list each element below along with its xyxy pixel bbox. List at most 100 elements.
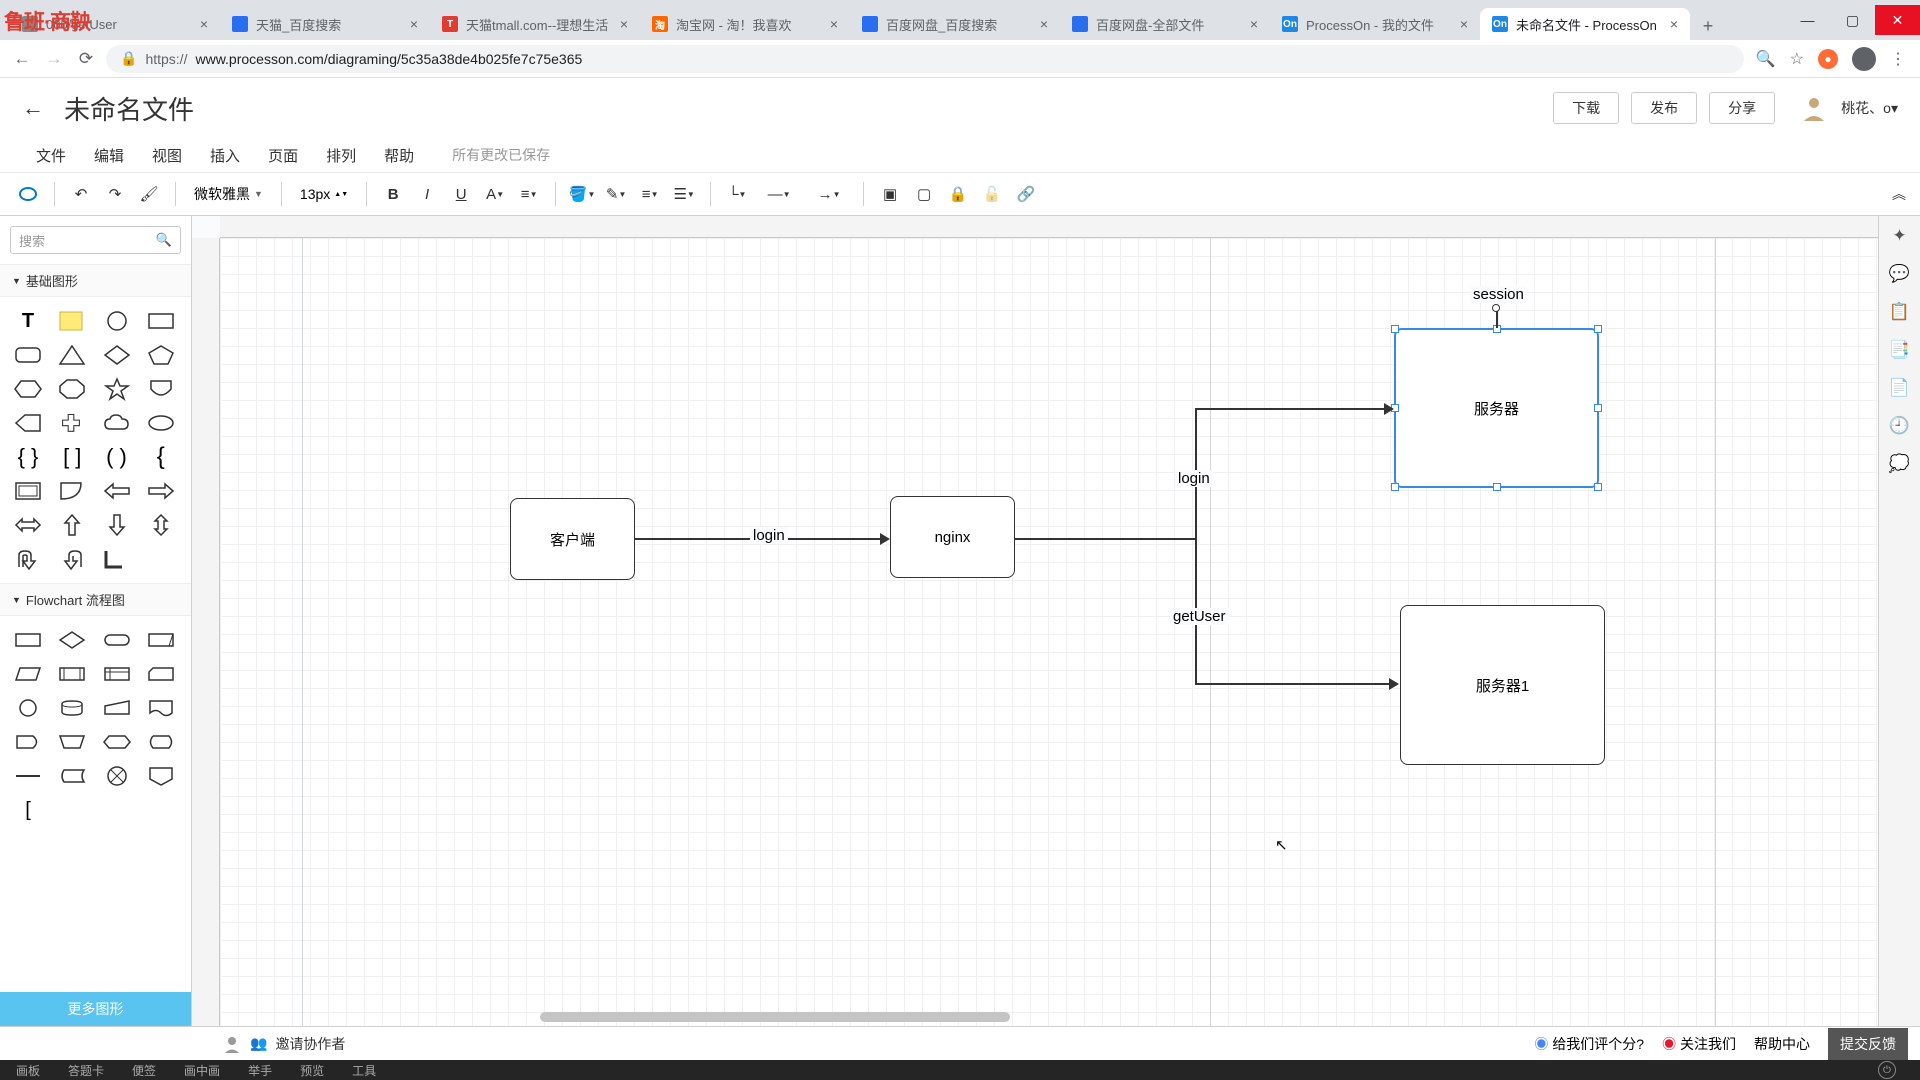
fc-process[interactable]: [10, 626, 46, 654]
browser-tab[interactable]: OnProcessOn - 我的文件×: [1270, 8, 1480, 40]
profile-avatar[interactable]: [1852, 47, 1876, 71]
subbar-item[interactable]: 工具: [352, 1062, 376, 1079]
fc-data[interactable]: [10, 660, 46, 688]
chat-icon[interactable]: 💭: [1889, 454, 1910, 474]
shape-circle[interactable]: [99, 307, 135, 335]
extension-icon[interactable]: ●: [1818, 49, 1838, 69]
shape-pentagon[interactable]: [143, 341, 179, 369]
shape-arrow-lr[interactable]: [10, 511, 46, 539]
close-icon[interactable]: ×: [1670, 16, 1678, 32]
shape-uturn1[interactable]: [10, 545, 46, 573]
subbar-item[interactable]: 画中画: [184, 1062, 220, 1079]
close-icon[interactable]: ×: [1250, 16, 1258, 32]
fc-delay[interactable]: [10, 728, 46, 756]
shape-hexagon[interactable]: [10, 375, 46, 403]
subbar-item[interactable]: 便签: [132, 1062, 156, 1079]
comment-icon[interactable]: 💬: [1889, 264, 1910, 284]
shape-diamond[interactable]: [99, 341, 135, 369]
fc-preparation[interactable]: [99, 728, 135, 756]
shape-star[interactable]: [99, 375, 135, 403]
menu-view[interactable]: 视图: [152, 145, 182, 166]
fc-connector[interactable]: [10, 694, 46, 722]
send-back-button[interactable]: ▢: [910, 180, 938, 208]
shape-ellipse[interactable]: [143, 409, 179, 437]
unlock-button[interactable]: 🔓: [978, 180, 1006, 208]
fill-color-button[interactable]: 🪣▼: [568, 180, 596, 208]
bring-front-button[interactable]: ▣: [876, 180, 904, 208]
back-arrow-icon[interactable]: ←: [22, 95, 44, 121]
shape-rect[interactable]: [143, 307, 179, 335]
lock-button[interactable]: 🔒: [944, 180, 972, 208]
browser-tab-active[interactable]: On未命名文件 - ProcessOn×: [1480, 8, 1690, 40]
close-icon[interactable]: ×: [620, 16, 628, 32]
menu-edit[interactable]: 编辑: [94, 145, 124, 166]
arrow-style-button[interactable]: →▼: [807, 180, 851, 208]
line-color-button[interactable]: ✎▼: [602, 180, 630, 208]
page-icon[interactable]: 📋: [1889, 302, 1910, 322]
subbar-item[interactable]: 预览: [300, 1062, 324, 1079]
fc-internal[interactable]: [99, 660, 135, 688]
connector-endpoint[interactable]: [1492, 304, 1500, 312]
connector-line-button[interactable]: —▼: [757, 180, 801, 208]
shape-shield[interactable]: [143, 375, 179, 403]
fc-sum[interactable]: [99, 762, 135, 790]
redo-button[interactable]: ↷: [101, 180, 129, 208]
close-icon[interactable]: ×: [200, 16, 208, 32]
connector[interactable]: [1195, 408, 1390, 410]
navigator-icon[interactable]: ✦: [1892, 226, 1906, 246]
help-center-link[interactable]: 帮助中心: [1754, 1034, 1810, 1054]
subbar-item[interactable]: 举手: [248, 1062, 272, 1079]
collapse-toolbar-icon[interactable]: ︽: [1892, 184, 1906, 204]
browser-tab[interactable]: 天猫_百度搜索×: [220, 8, 430, 40]
link-button[interactable]: 🔗: [1012, 180, 1040, 208]
fc-database[interactable]: [54, 694, 90, 722]
shape-trapezoid[interactable]: [10, 409, 46, 437]
undo-button[interactable]: ↶: [67, 180, 95, 208]
url-input[interactable]: 🔒 https://www.processon.com/diagraming/5…: [106, 45, 1744, 73]
line-style-button[interactable]: ☰▼: [670, 180, 698, 208]
fc-offpage[interactable]: [143, 762, 179, 790]
shape-arrow-right[interactable]: [143, 477, 179, 505]
italic-button[interactable]: I: [413, 180, 441, 208]
align-button[interactable]: ≡▼: [515, 180, 543, 208]
layers-icon[interactable]: 📑: [1889, 340, 1910, 360]
back-button[interactable]: ←: [10, 47, 34, 71]
horizontal-scrollbar[interactable]: [540, 1012, 1010, 1022]
zoom-icon[interactable]: 🔍: [1756, 49, 1776, 69]
shape-corner[interactable]: [99, 545, 135, 573]
more-shapes-button[interactable]: 更多图形: [0, 992, 191, 1026]
node-server1[interactable]: 服务器1: [1400, 605, 1605, 765]
shape-brace-left[interactable]: { }: [10, 443, 46, 471]
power-icon[interactable]: ⏻: [1878, 1061, 1896, 1079]
maximize-button[interactable]: ▢: [1830, 5, 1875, 35]
subbar-item[interactable]: 答题卡: [68, 1062, 104, 1079]
shape-plus[interactable]: [54, 409, 90, 437]
new-tab-button[interactable]: +: [1694, 12, 1722, 40]
canvas[interactable]: 客户端 nginx 服务器 服务器1 login login getUser: [220, 238, 1920, 1026]
shape-cloud[interactable]: [99, 409, 135, 437]
fc-card[interactable]: [143, 660, 179, 688]
rate-us-link[interactable]: ◉ 给我们评个分?: [1534, 1034, 1644, 1054]
line-width-button[interactable]: ≡▼: [636, 180, 664, 208]
cursor-tool-icon[interactable]: [14, 180, 42, 208]
feedback-button[interactable]: 提交反馈: [1828, 1028, 1908, 1060]
minimize-button[interactable]: —: [1785, 5, 1830, 35]
shape-quarter[interactable]: [54, 477, 90, 505]
fc-manual-input[interactable]: [99, 694, 135, 722]
shape-paren[interactable]: ( ): [99, 443, 135, 471]
shape-text[interactable]: T: [10, 307, 46, 335]
menu-icon[interactable]: ⋮: [1890, 49, 1906, 69]
node-nginx[interactable]: nginx: [890, 496, 1015, 578]
font-family-select[interactable]: 微软雅黑▼: [188, 184, 269, 204]
shape-bracket[interactable]: [ ]: [54, 443, 90, 471]
user-name[interactable]: 桃花、o▾: [1841, 98, 1898, 118]
shape-arrow-ud[interactable]: [143, 511, 179, 539]
connector[interactable]: [1195, 408, 1197, 683]
follow-us-link[interactable]: ◉ 关注我们: [1662, 1034, 1736, 1054]
shape-frame[interactable]: [10, 477, 46, 505]
shape-octagon[interactable]: [54, 375, 90, 403]
fc-predefined[interactable]: [143, 626, 179, 654]
shape-note[interactable]: [54, 307, 90, 335]
subbar-item[interactable]: 画板: [16, 1062, 40, 1079]
browser-tab[interactable]: 百度网盘-全部文件×: [1060, 8, 1270, 40]
